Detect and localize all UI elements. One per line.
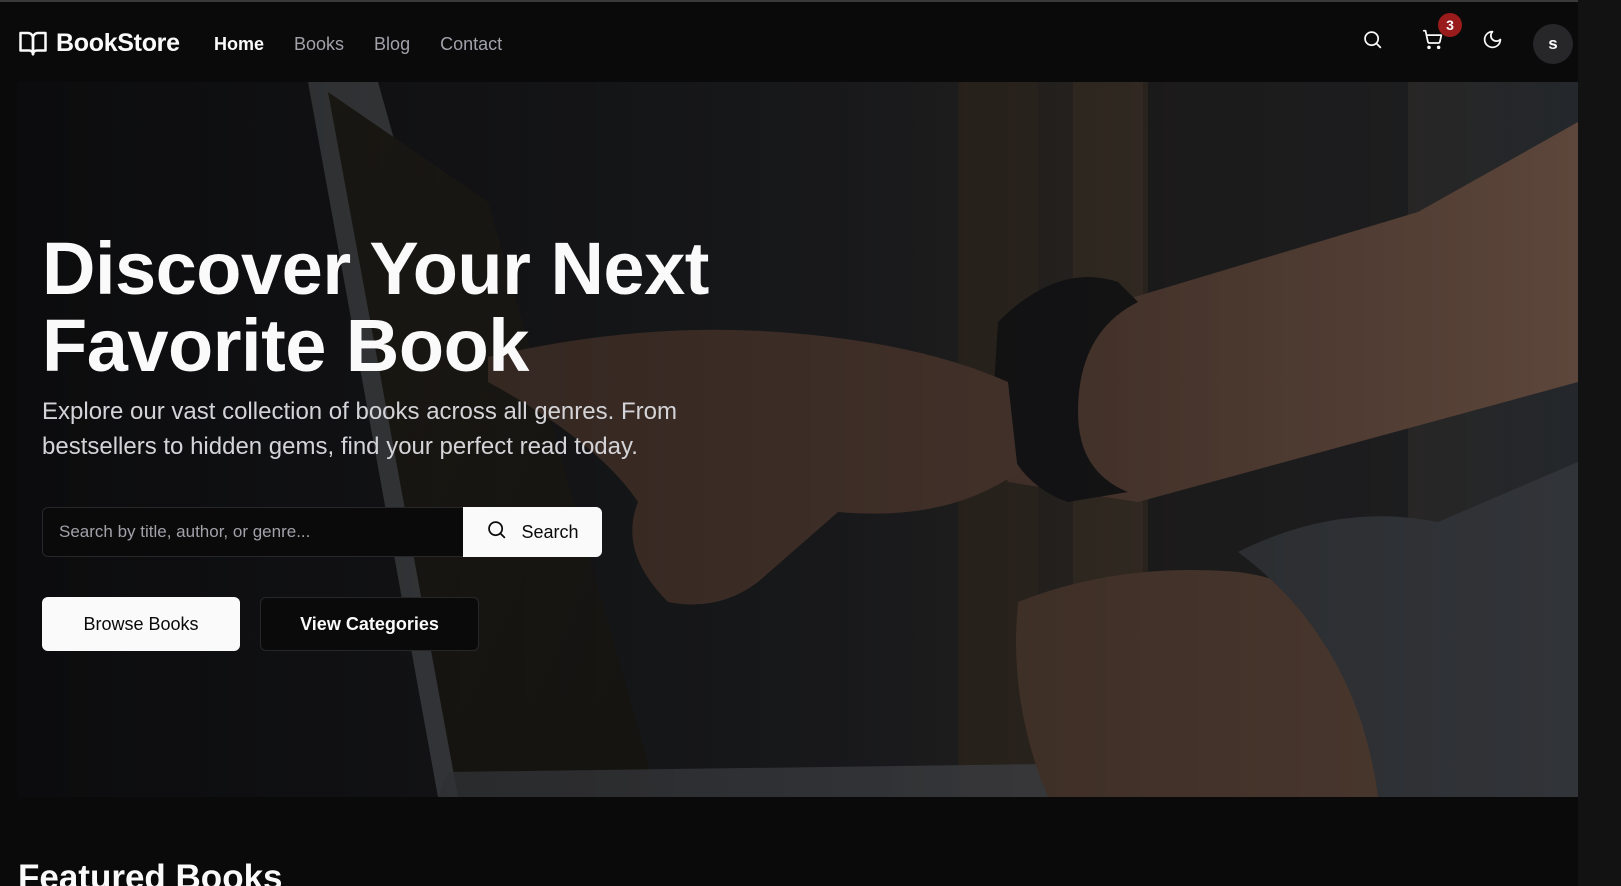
main-nav: Home Books Blog Contact (214, 32, 502, 56)
hero-title-line2: Favorite Book (42, 304, 529, 387)
hero-subtitle: Explore our vast collection of books acr… (42, 398, 677, 460)
cart-icon (1422, 29, 1443, 55)
cart-count-badge: 3 (1438, 13, 1462, 37)
hero-cta-row: Browse Books View Categories (42, 597, 479, 651)
user-avatar[interactable]: s (1533, 24, 1573, 64)
nav-link-blog[interactable]: Blog (374, 34, 410, 55)
browse-books-button[interactable]: Browse Books (42, 597, 240, 651)
featured-books-heading: Featured Books (18, 858, 283, 886)
open-book-icon (18, 28, 48, 58)
theme-toggle-button[interactable] (1472, 22, 1512, 62)
nav-link-contact[interactable]: Contact (440, 34, 502, 55)
brand-link[interactable]: BookStore (18, 28, 180, 58)
page: BookStore Home Books Blog Contact 3 s Di… (0, 0, 1621, 886)
search-icon (1362, 29, 1383, 55)
nav-link-books[interactable]: Books (294, 34, 344, 55)
hero-search-button-label: Search (521, 521, 579, 542)
search-icon (486, 519, 507, 545)
navbar: BookStore Home Books Blog Contact 3 s (0, 2, 1578, 82)
view-categories-button[interactable]: View Categories (260, 597, 479, 651)
hero-title-line1: Discover Your Next (42, 227, 709, 310)
cart-button[interactable]: 3 (1412, 13, 1462, 62)
hero-search-bar: Search (42, 507, 602, 557)
hero-search-button[interactable]: Search (463, 507, 602, 557)
search-button-header[interactable] (1352, 22, 1392, 62)
nav-link-home[interactable]: Home (214, 34, 264, 55)
moon-icon (1482, 29, 1503, 55)
hero-search-input[interactable] (42, 507, 463, 557)
hero-title: Discover Your Next Favorite Book (42, 230, 842, 384)
brand-name: BookStore (56, 28, 180, 57)
page-scroll-gutter (1578, 0, 1621, 886)
hero-section: Discover Your Next Favorite Book Explore… (18, 82, 1578, 797)
